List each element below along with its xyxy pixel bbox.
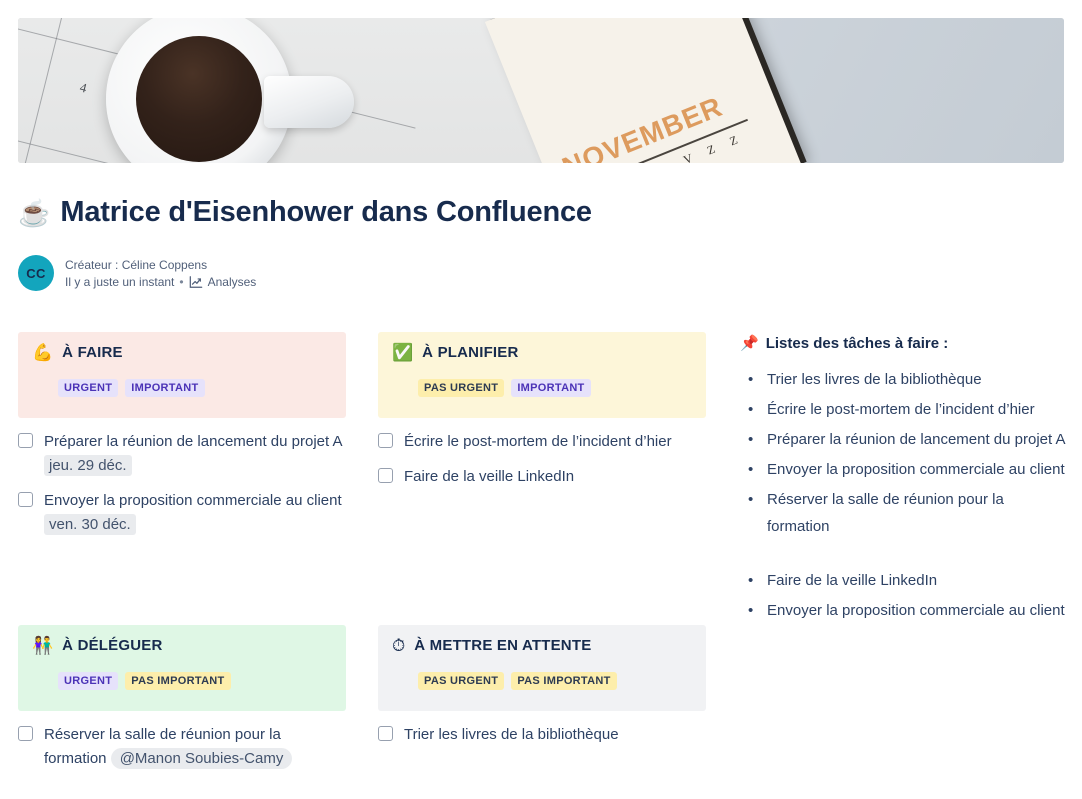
page-title-row: ☕ Matrice d'Eisenhower dans Confluence	[18, 196, 592, 229]
confluence-page: 4 lasoe NOVEMBER M D W D V Z Z 1 2 3 4 5…	[0, 0, 1082, 799]
task-list: Préparer la réunion de lancement du proj…	[18, 430, 346, 537]
list-group-divider	[740, 543, 1070, 567]
people-holding-hands-emoji: 👫	[32, 636, 54, 655]
task-list: Trier les livres de la bibliothèque	[378, 723, 706, 747]
task-item[interactable]: Envoyer la proposition commerciale au cl…	[18, 489, 346, 537]
quadrant-title: À METTRE EN ATTENTE	[414, 637, 592, 654]
pushpin-emoji: 📌	[740, 335, 759, 352]
todo-summary-panel: 📌 Listes des tâches à faire : Trier les …	[740, 335, 1070, 627]
status-badge: PAS IMPORTANT	[511, 672, 617, 690]
status-badge: PAS URGENT	[418, 379, 505, 397]
last-updated-text: Il y a juste un instant	[65, 274, 175, 289]
todo-summary-list-group-1: Trier les livres de la bibliothèque Écri…	[740, 366, 1070, 540]
status-badge: IMPORTANT	[125, 379, 205, 397]
list-item: Réserver la salle de réunion pour la for…	[740, 486, 1070, 540]
quadrant-header: 💪 À FAIRE URGENT IMPORTANT	[18, 332, 346, 418]
list-item: Écrire le post-mortem de l’incident d’hi…	[740, 396, 1070, 423]
task-checkbox[interactable]	[378, 433, 393, 448]
quadrant-title: À PLANIFIER	[422, 344, 519, 361]
avatar[interactable]: CC	[18, 255, 54, 291]
todo-summary-list-group-2: Faire de la veille LinkedIn Envoyer la p…	[740, 567, 1070, 624]
quadrant-header: ✅ À PLANIFIER PAS URGENT IMPORTANT	[378, 332, 706, 418]
task-label: Envoyer la proposition commerciale au cl…	[44, 492, 342, 535]
task-label: Écrire le post-mortem de l’incident d’hi…	[404, 433, 672, 450]
task-label: Faire de la veille LinkedIn	[404, 468, 575, 485]
task-list: Écrire le post-mortem de l’incident d’hi…	[378, 430, 706, 489]
quadrant-title: À FAIRE	[62, 344, 123, 361]
task-checkbox[interactable]	[378, 726, 393, 741]
task-item[interactable]: Préparer la réunion de lancement du proj…	[18, 430, 346, 478]
due-date-lozenge: jeu. 29 déc.	[44, 455, 132, 476]
due-date-lozenge: ven. 30 déc.	[44, 514, 136, 535]
task-checkbox[interactable]	[18, 433, 33, 448]
task-checkbox[interactable]	[18, 492, 33, 507]
task-item[interactable]: Écrire le post-mortem de l’incident d’hi…	[378, 430, 706, 454]
status-badge: PAS IMPORTANT	[125, 672, 231, 690]
hero-cover-image: 4 lasoe NOVEMBER M D W D V Z Z 1 2 3 4 5	[18, 18, 1064, 163]
page-title: Matrice d'Eisenhower dans Confluence	[60, 196, 592, 228]
list-item: Faire de la veille LinkedIn	[740, 567, 1070, 594]
task-label: Trier les livres de la bibliothèque	[404, 726, 619, 743]
task-checkbox[interactable]	[378, 468, 393, 483]
quadrant-a-planifier: ✅ À PLANIFIER PAS URGENT IMPORTANT Écrir…	[378, 332, 706, 500]
quadrant-tags: PAS URGENT IMPORTANT	[418, 379, 692, 397]
hot-beverage-emoji: ☕	[18, 197, 51, 228]
task-checkbox[interactable]	[18, 726, 33, 741]
quadrant-tags: URGENT PAS IMPORTANT	[58, 672, 332, 690]
stopwatch-emoji: ⏱	[392, 636, 406, 655]
status-badge: URGENT	[58, 672, 119, 690]
task-item[interactable]: Réserver la salle de réunion pour la for…	[18, 723, 346, 771]
coffee-liquid	[136, 36, 262, 162]
task-list: Réserver la salle de réunion pour la for…	[18, 723, 346, 771]
quadrant-tags: PAS URGENT PAS IMPORTANT	[418, 672, 692, 690]
quadrant-title: À DÉLÉGUER	[62, 637, 163, 654]
todo-summary-title: Listes des tâches à faire :	[765, 335, 949, 352]
quadrant-tags: URGENT IMPORTANT	[58, 379, 332, 397]
list-item: Trier les livres de la bibliothèque	[740, 366, 1070, 393]
byline: CC Créateur : Céline Coppens Il y a just…	[18, 255, 256, 291]
analytics-label[interactable]: Analyses	[208, 275, 257, 289]
coffee-cup-handle	[264, 76, 354, 128]
quadrant-header: ⏱ À METTRE EN ATTENTE PAS URGENT PAS IMP…	[378, 625, 706, 711]
user-mention[interactable]: @Manon Soubies-Camy	[110, 748, 293, 769]
status-badge: IMPORTANT	[511, 379, 591, 397]
list-item: Envoyer la proposition commerciale au cl…	[740, 597, 1070, 624]
quadrant-a-faire: 💪 À FAIRE URGENT IMPORTANT Préparer la r…	[18, 332, 346, 548]
check-mark-button-emoji: ✅	[392, 343, 414, 362]
quadrant-a-mettre-en-attente: ⏱ À METTRE EN ATTENTE PAS URGENT PAS IMP…	[378, 625, 706, 758]
task-label: Réserver la salle de réunion pour la for…	[44, 723, 346, 771]
status-badge: URGENT	[58, 379, 119, 397]
task-label: Préparer la réunion de lancement du proj…	[44, 433, 342, 476]
todo-summary-heading: 📌 Listes des tâches à faire :	[740, 335, 1070, 352]
chart-line-icon[interactable]	[189, 275, 203, 289]
task-item[interactable]: Faire de la veille LinkedIn	[378, 465, 706, 489]
list-item: Préparer la réunion de lancement du proj…	[740, 426, 1070, 453]
task-item[interactable]: Trier les livres de la bibliothèque	[378, 723, 706, 747]
status-badge: PAS URGENT	[418, 672, 505, 690]
flexed-biceps-emoji: 💪	[32, 343, 54, 362]
quadrant-header: 👫 À DÉLÉGUER URGENT PAS IMPORTANT	[18, 625, 346, 711]
byline-separator: •	[179, 274, 184, 289]
creator-label: Créateur : Céline Coppens	[65, 257, 208, 272]
quadrant-a-deleguer: 👫 À DÉLÉGUER URGENT PAS IMPORTANT Réserv…	[18, 625, 346, 782]
list-item: Envoyer la proposition commerciale au cl…	[740, 456, 1070, 483]
